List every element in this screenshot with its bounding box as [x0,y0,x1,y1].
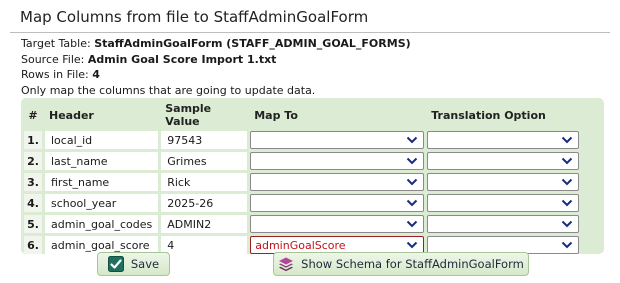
rows-label: Rows in File: [21,68,93,81]
map-to-value: adminGoalScore [255,238,346,252]
map-to-select[interactable] [250,173,425,191]
row-sample-value: ADMIN2 [161,215,248,233]
translation-option-select[interactable] [427,215,580,233]
source-file-label: Source File: [21,52,88,66]
translation-cell [427,173,580,191]
translation-option-select[interactable] [427,194,580,212]
translation-cell [427,131,580,149]
row-sample-value: Grimes [161,152,248,170]
col-header-header: Header [49,108,94,122]
map-to-cell [250,131,425,149]
row-sample-value: 4 [161,236,248,254]
translation-cell [427,215,580,233]
map-to-select[interactable] [250,152,425,170]
map-to-cell [250,215,425,233]
row-header: admin_goal_codes [45,215,159,233]
chevron-down-icon [562,157,573,165]
map-to-select[interactable] [250,131,425,149]
table-row: 4. school_year 2025-26 [24,194,580,212]
map-to-cell [250,152,425,170]
source-file-line: Source File: Admin Goal Score Import 1.t… [21,52,411,68]
source-file-value: Admin Goal Score Import 1.txt [87,52,277,66]
table-row: 1. local_id 97543 [24,131,580,149]
stack-layers-icon [279,257,294,272]
target-table-label: Target Table: [21,37,95,50]
mapping-grid: # Header Sample Value Map To Translation… [21,98,604,254]
save-button[interactable]: Save [97,252,170,276]
table-row: 3. first_name Rick [24,173,580,191]
col-header-number: # [28,108,38,122]
map-to-cell [250,173,425,191]
mapping-table: # Header Sample Value Map To Translation… [21,98,582,257]
checkbox-check-icon [107,256,124,272]
chevron-down-icon [562,241,573,249]
row-header: first_name [45,173,159,191]
save-button-label: Save [130,257,160,271]
col-header-map-to: Map To [254,108,298,122]
chevron-down-icon [407,178,418,186]
col-header-sample-value: Sample Value [165,102,212,128]
chevron-down-icon [562,220,573,228]
translation-option-select[interactable] [427,152,580,170]
row-header: school_year [45,194,159,212]
table-row: 2. last_name Grimes [24,152,580,170]
chevron-down-icon [407,199,418,207]
chevron-down-icon [562,199,573,207]
rows-in-file-line: Rows in File: 4 [21,67,411,83]
row-header: local_id [45,131,159,149]
row-number: 3. [24,173,42,191]
map-to-select[interactable] [250,194,425,212]
table-row: 5. admin_goal_codes ADMIN2 [24,215,580,233]
dialog-title: Map Columns from file to StaffAdminGoalF… [20,8,369,26]
row-sample-value: 97543 [161,131,248,149]
translation-cell [427,194,580,212]
translation-option-select[interactable] [427,173,580,191]
chevron-down-icon [407,136,418,144]
import-info: Target Table: StaffAdminGoalForm (STAFF_… [21,36,411,98]
dialog-header: Map Columns from file to StaffAdminGoalF… [10,2,610,33]
chevron-down-icon [562,136,573,144]
rows-value: 4 [92,68,100,81]
row-header: last_name [45,152,159,170]
col-header-translation-option: Translation Option [431,108,546,122]
map-to-select[interactable] [250,215,425,233]
show-schema-button-label: Show Schema for StaffAdminGoalForm [301,257,524,271]
chevron-down-icon [407,241,418,249]
chevron-down-icon [562,178,573,186]
map-to-cell [250,194,425,212]
target-table-line: Target Table: StaffAdminGoalForm (STAFF_… [21,36,411,52]
translation-cell [427,152,580,170]
translation-option-select[interactable] [427,131,580,149]
chevron-down-icon [407,220,418,228]
row-number: 4. [24,194,42,212]
show-schema-button[interactable]: Show Schema for StaffAdminGoalForm [273,252,529,276]
target-table-value: StaffAdminGoalForm (STAFF_ADMIN_GOAL_FOR… [94,37,411,50]
row-number: 6. [24,236,42,254]
row-sample-value: Rick [161,173,248,191]
row-sample-value: 2025-26 [161,194,248,212]
row-number: 2. [24,152,42,170]
mapping-note: Only map the columns that are going to u… [21,83,316,97]
chevron-down-icon [407,157,418,165]
row-number: 5. [24,215,42,233]
row-number: 1. [24,131,42,149]
table-header-row: # Header Sample Value Map To Translation… [24,101,579,128]
